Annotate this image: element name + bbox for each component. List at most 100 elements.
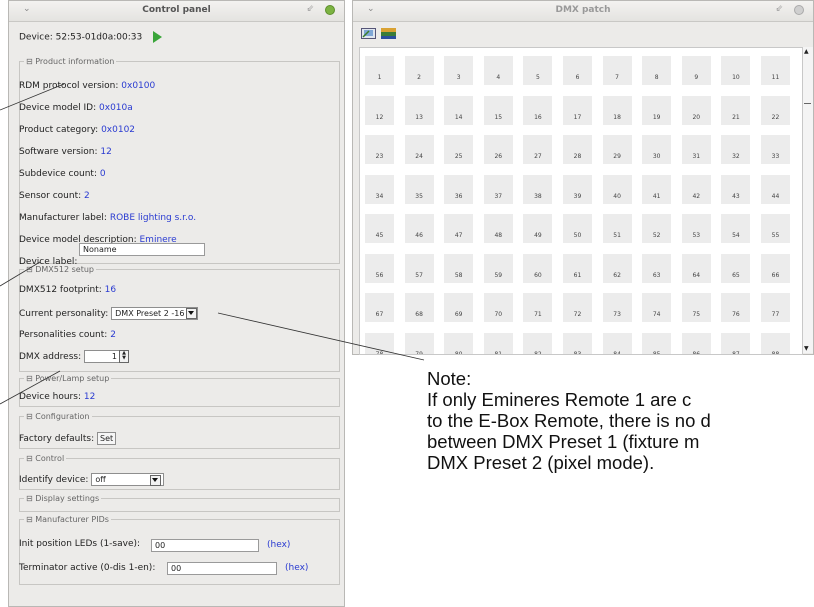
- dmx-channel-cell[interactable]: 27: [523, 135, 553, 164]
- dmx-channel-cell[interactable]: 34: [365, 174, 394, 204]
- power-lamp-legend[interactable]: ⊟ Power/Lamp setup: [24, 374, 111, 383]
- dmx-channel-cell[interactable]: 36: [444, 174, 474, 204]
- dmx-channel-cell[interactable]: 87: [721, 332, 751, 354]
- dmx-channel-cell[interactable]: 64: [681, 253, 711, 283]
- dmx-channel-cell[interactable]: 45: [365, 214, 394, 243]
- dmx-channel-cell[interactable]: 47: [444, 214, 474, 243]
- set-button[interactable]: Set: [97, 432, 117, 445]
- manufacturer-pids-legend[interactable]: ⊟ Manufacturer PIDs: [24, 515, 111, 524]
- dmx-channel-cell[interactable]: 81: [483, 332, 513, 354]
- dmx-channel-cell[interactable]: 67: [365, 293, 394, 322]
- play-icon[interactable]: [153, 31, 163, 43]
- dmx-channel-cell[interactable]: 79: [404, 332, 434, 354]
- dmx-channel-cell[interactable]: 86: [681, 332, 711, 354]
- dmx-channel-cell[interactable]: 44: [761, 174, 790, 204]
- dmx-channel-cell[interactable]: 57: [404, 253, 434, 283]
- dmx-channel-cell[interactable]: 49: [523, 214, 553, 243]
- dmx-channel-cell[interactable]: 52: [642, 214, 672, 243]
- dmx-channel-cell[interactable]: 54: [721, 214, 751, 243]
- scroll-down-icon[interactable]: ▼: [804, 345, 809, 352]
- product-information-legend[interactable]: ⊟ Product information: [24, 57, 116, 66]
- dmx-channel-cell[interactable]: 83: [563, 332, 592, 354]
- dmx-channel-cell[interactable]: 53: [681, 214, 711, 243]
- dmx-channel-cell[interactable]: 60: [523, 253, 553, 283]
- dmx-channel-cell[interactable]: 75: [681, 293, 711, 322]
- spin-arrows-icon[interactable]: ▲ ▼: [119, 350, 129, 363]
- dmx-channel-cell[interactable]: 4: [483, 56, 513, 85]
- pin-icon[interactable]: ⇙: [775, 4, 783, 14]
- vertical-scrollbar[interactable]: ▲ ▼: [802, 47, 813, 353]
- dmx-channel-cell[interactable]: 5: [523, 56, 553, 85]
- dmx-channel-cell[interactable]: 85: [642, 332, 672, 354]
- dmx-channel-cell[interactable]: 9: [681, 56, 711, 85]
- dmx-channel-cell[interactable]: 51: [602, 214, 632, 243]
- scroll-up-icon[interactable]: ▲: [804, 48, 809, 55]
- dmx-channel-cell[interactable]: 55: [761, 214, 790, 243]
- dmx-channel-cell[interactable]: 76: [721, 293, 751, 322]
- dmx-channel-cell[interactable]: 7: [602, 56, 632, 85]
- image-tool-icon[interactable]: [381, 28, 396, 39]
- display-settings-legend[interactable]: ⊟ Display settings: [24, 494, 101, 503]
- dmx-channel-cell[interactable]: 74: [642, 293, 672, 322]
- dmx-channel-cell[interactable]: 73: [602, 293, 632, 322]
- dmx-channel-cell[interactable]: 13: [404, 95, 434, 125]
- dmx-channel-cell[interactable]: 35: [404, 174, 434, 204]
- close-icon[interactable]: [794, 5, 804, 15]
- dmx-channel-cell[interactable]: 11: [761, 56, 790, 85]
- dmx-channel-cell[interactable]: 15: [483, 95, 513, 125]
- dmx-channel-cell[interactable]: 38: [523, 174, 553, 204]
- dmx-channel-cell[interactable]: 19: [642, 95, 672, 125]
- chevron-down-icon[interactable]: [150, 475, 162, 486]
- chevron-down-icon[interactable]: [186, 308, 198, 319]
- dmx-channel-cell[interactable]: 30: [642, 135, 672, 164]
- dmx-address-spinbox[interactable]: 1 ▲ ▼: [84, 350, 129, 363]
- dmx-channel-cell[interactable]: 8: [642, 56, 672, 85]
- dmx-channel-cell[interactable]: 12: [365, 95, 394, 125]
- dmx-channel-cell[interactable]: 62: [602, 253, 632, 283]
- dmx-channel-cell[interactable]: 48: [483, 214, 513, 243]
- configuration-legend[interactable]: ⊟ Configuration: [24, 412, 92, 421]
- patch-tool-icon[interactable]: [361, 28, 376, 39]
- dmx-channel-cell[interactable]: 63: [642, 253, 672, 283]
- close-icon[interactable]: [325, 5, 335, 15]
- dmx-channel-cell[interactable]: 10: [721, 56, 751, 85]
- dmx-channel-cell[interactable]: 78: [365, 332, 394, 354]
- dmx-channel-cell[interactable]: 56: [365, 253, 394, 283]
- dmx-channel-cell[interactable]: 70: [483, 293, 513, 322]
- dmx-channel-cell[interactable]: 22: [761, 95, 790, 125]
- dmx-channel-cell[interactable]: 42: [681, 174, 711, 204]
- dmx-channel-cell[interactable]: 29: [602, 135, 632, 164]
- dmx-channel-cell[interactable]: 26: [483, 135, 513, 164]
- dmx-channel-cell[interactable]: 82: [523, 332, 553, 354]
- dmx-channel-cell[interactable]: 80: [444, 332, 474, 354]
- dmx-channel-cell[interactable]: 24: [404, 135, 434, 164]
- pin-icon[interactable]: ⇙: [306, 4, 314, 14]
- dmx-channel-cell[interactable]: 68: [404, 293, 434, 322]
- dmx-channel-cell[interactable]: 28: [563, 135, 592, 164]
- dmx-channel-cell[interactable]: 20: [681, 95, 711, 125]
- scroll-thumb[interactable]: [804, 57, 811, 104]
- dmx-channel-cell[interactable]: 71: [523, 293, 553, 322]
- dmx-channel-cell[interactable]: 2: [404, 56, 434, 85]
- dmx-channel-cell[interactable]: 66: [761, 253, 790, 283]
- dmx-channel-cell[interactable]: 6: [563, 56, 592, 85]
- dmx512-setup-legend[interactable]: ⊟ DMX512 setup: [24, 265, 96, 274]
- dmx-channel-cell[interactable]: 1: [365, 56, 394, 85]
- dmx-channel-cell[interactable]: 84: [602, 332, 632, 354]
- dmx-channel-cell[interactable]: 23: [365, 135, 394, 164]
- dmx-channel-cell[interactable]: 40: [602, 174, 632, 204]
- dmx-channel-cell[interactable]: 25: [444, 135, 474, 164]
- dmx-channel-cell[interactable]: 58: [444, 253, 474, 283]
- dmx-channel-cell[interactable]: 21: [721, 95, 751, 125]
- dmx-channel-cell[interactable]: 32: [721, 135, 751, 164]
- dmx-channel-cell[interactable]: 72: [563, 293, 592, 322]
- dmx-channel-cell[interactable]: 41: [642, 174, 672, 204]
- dmx-channel-cell[interactable]: 16: [523, 95, 553, 125]
- dmx-channel-cell[interactable]: 14: [444, 95, 474, 125]
- dmx-channel-cell[interactable]: 33: [761, 135, 790, 164]
- dmx-channel-cell[interactable]: 61: [563, 253, 592, 283]
- dmx-channel-cell[interactable]: 17: [563, 95, 592, 125]
- control-legend[interactable]: ⊟ Control: [24, 454, 66, 463]
- dmx-channel-cell[interactable]: 88: [761, 332, 790, 354]
- init-position-input[interactable]: 00: [151, 539, 259, 552]
